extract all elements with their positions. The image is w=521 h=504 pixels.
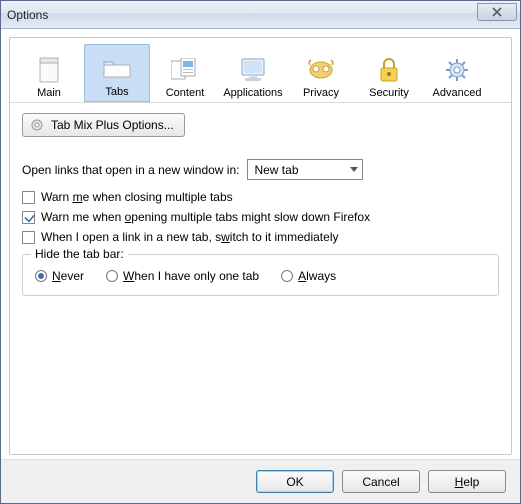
- mask-icon: [306, 55, 336, 85]
- tab-security[interactable]: Security: [356, 44, 422, 102]
- warn-closing-checkbox-row[interactable]: Warn me when closing multiple tabs: [22, 190, 499, 204]
- window-icon: [34, 55, 64, 85]
- warn-opening-checkbox-row[interactable]: Warn me when opening multiple tabs might…: [22, 210, 499, 224]
- radio[interactable]: [281, 270, 293, 282]
- content-icon: [170, 55, 200, 85]
- tab-label: Security: [369, 87, 409, 99]
- group-legend: Hide the tab bar:: [31, 247, 128, 261]
- button-label: OK: [286, 475, 303, 489]
- radio-only-one-tab[interactable]: When I have only one tab: [106, 269, 259, 283]
- tab-label: Applications: [223, 87, 282, 99]
- checkbox-label: Warn me when closing multiple tabs: [41, 190, 233, 204]
- applications-icon: [238, 55, 268, 85]
- checkbox[interactable]: [22, 231, 35, 244]
- dialog-footer: OK Cancel Help: [1, 459, 520, 503]
- help-button[interactable]: Help: [428, 470, 506, 493]
- close-icon: [492, 7, 502, 17]
- tab-mix-plus-button[interactable]: Tab Mix Plus Options...: [22, 113, 185, 137]
- radio-never[interactable]: Never: [35, 269, 84, 283]
- tab-advanced[interactable]: Advanced: [424, 44, 490, 102]
- close-button[interactable]: [477, 3, 517, 21]
- cancel-button[interactable]: Cancel: [342, 470, 420, 493]
- open-links-row: Open links that open in a new window in:…: [22, 159, 499, 180]
- ok-button[interactable]: OK: [256, 470, 334, 493]
- radio[interactable]: [35, 270, 47, 282]
- tab-privacy[interactable]: Privacy: [288, 44, 354, 102]
- tab-applications[interactable]: Applications: [220, 44, 286, 102]
- checkbox-label: When I open a link in a new tab, switch …: [41, 230, 338, 244]
- category-tabbar: Main Tabs Content Applications: [10, 38, 511, 102]
- tab-label: Tabs: [105, 86, 128, 98]
- radio[interactable]: [106, 270, 118, 282]
- tab-content[interactable]: Content: [152, 44, 218, 102]
- tab-label: Advanced: [433, 87, 482, 99]
- radio-label: Never: [52, 269, 84, 283]
- radio-label: Always: [298, 269, 336, 283]
- switch-immediately-checkbox-row[interactable]: When I open a link in a new tab, switch …: [22, 230, 499, 244]
- dialog-body: Main Tabs Content Applications: [9, 37, 512, 455]
- checkbox[interactable]: [22, 191, 35, 204]
- folder-icon: [102, 54, 132, 84]
- hide-tabbar-group: Hide the tab bar: Never When I have only…: [22, 254, 499, 296]
- open-links-label: Open links that open in a new window in:: [22, 163, 239, 177]
- tab-label: Content: [166, 87, 205, 99]
- gear-icon: [442, 55, 472, 85]
- open-links-combo[interactable]: New tab: [247, 159, 363, 180]
- chevron-down-icon: [350, 167, 358, 172]
- checkbox[interactable]: [22, 211, 35, 224]
- tab-label: Main: [37, 87, 61, 99]
- tab-main[interactable]: Main: [16, 44, 82, 102]
- button-label: Help: [455, 475, 480, 489]
- radio-row: Never When I have only one tab Always: [35, 269, 486, 283]
- window-title: Options: [7, 8, 48, 22]
- tab-label: Privacy: [303, 87, 339, 99]
- gear-small-icon: [29, 117, 45, 133]
- button-label: Cancel: [362, 475, 399, 489]
- checkbox-label: Warn me when opening multiple tabs might…: [41, 210, 370, 224]
- tabs-panel: Tab Mix Plus Options... Open links that …: [10, 102, 511, 306]
- lock-icon: [374, 55, 404, 85]
- button-label: Tab Mix Plus Options...: [51, 118, 174, 132]
- radio-always[interactable]: Always: [281, 269, 336, 283]
- titlebar[interactable]: Options: [1, 1, 520, 29]
- radio-label: When I have only one tab: [123, 269, 259, 283]
- options-window: Options Main Tabs Cont: [0, 0, 521, 504]
- tab-tabs[interactable]: Tabs: [84, 44, 150, 102]
- combo-value: New tab: [254, 163, 298, 177]
